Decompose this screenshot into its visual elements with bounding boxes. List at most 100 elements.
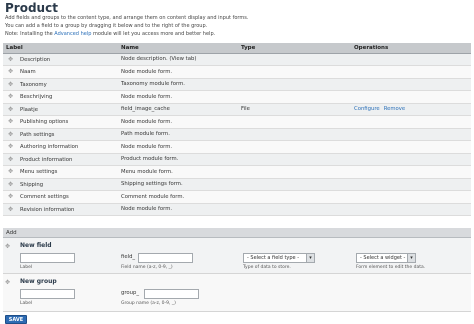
row-label-cell: ✥ Naam [3,65,118,79]
new-group-name-desc: Group name (a-z, 0-9, _) [121,301,176,306]
page-title: Product [5,1,58,15]
row-type [238,178,351,191]
table-row: ✥ Publishing options Node module form. [3,115,471,129]
row-name: Node module form. [118,90,238,104]
table-row: ✥ Comment settings Comment module form. [3,190,471,204]
fields-table-body: ✥ Description Node description. (View tab)… [3,53,471,216]
row-type [238,65,351,79]
drag-handle-icon[interactable]: ✥ [8,93,15,100]
row-label-cell: ✥ Authoring information [3,140,118,154]
fields-table: Label Name Type Operations ✥ Description N… [3,43,471,216]
column-header-type: Type [238,43,351,54]
row-type [238,78,351,91]
row-type [238,165,351,179]
new-field-name-desc: Field name (a-z, 0-9, _) [121,265,173,270]
drag-handle-icon[interactable]: ✥ [8,156,15,163]
widget-desc: Form element to edit the data. [356,265,426,270]
field-type-desc: Type of data to store. [243,265,291,270]
advanced-help-link[interactable]: Advanced help [54,31,91,37]
row-label: Path settings [20,131,55,138]
new-group-name-input[interactable] [144,289,199,299]
drag-handle-icon[interactable]: ✥ [8,168,15,175]
help-note-prefix: Note: Installing the [5,31,55,37]
row-name: Taxonomy module form. [118,78,238,91]
chevron-down-icon: ▾ [306,254,314,262]
chevron-down-icon: ▾ [407,254,415,262]
drag-handle-icon[interactable]: ✥ [8,106,15,113]
drag-handle-icon[interactable]: ✥ [8,131,15,138]
new-group-label-desc: Label [20,301,33,306]
configure-link[interactable]: Configure [354,106,380,112]
column-header-operations: Operations [351,43,471,54]
row-name: field_image_cache [118,103,238,116]
row-operations [351,165,471,179]
field-type-select[interactable]: - Select a field type - ▾ [243,253,315,263]
drag-handle-icon[interactable]: ✥ [8,206,15,213]
row-label-cell: ✥ Plaatje [3,103,118,116]
drag-handle-icon[interactable]: ✥ [8,118,15,125]
help-note-suffix: module will let you access more and bett… [91,31,216,37]
table-row: ✥ Taxonomy Taxonomy module form. [3,78,471,91]
drag-handle-icon[interactable]: ✥ [8,68,15,75]
table-header-row: Label Name Type Operations [3,43,471,54]
widget-select[interactable]: - Select a widget - ▾ [356,253,416,263]
row-name: Node module form. [118,203,238,216]
row-label-cell: ✥ Publishing options [3,115,118,129]
drag-handle-icon[interactable]: ✥ [8,181,15,188]
row-type [238,53,351,66]
row-operations [351,65,471,79]
save-button[interactable]: SAVE [5,315,27,324]
row-type: File [238,103,351,116]
new-field-label-input[interactable] [20,253,75,263]
new-group-row: ✥ New group Label group_ Group name (a-z… [3,274,471,312]
new-group-name-prefix: group_ [121,290,140,296]
row-operations [351,90,471,104]
drag-handle-icon[interactable]: ✥ [8,143,15,150]
column-header-name: Name [118,43,238,54]
row-label: Shipping [20,181,44,188]
new-field-label-desc: Label [20,265,33,270]
row-label: Menu settings [20,169,58,176]
column-header-label: Label [3,43,118,54]
row-label-cell: ✥ Revision information [3,203,118,216]
row-label: Taxonomy [20,81,47,88]
row-name: Node description. (View tab) [118,53,238,66]
row-label-cell: ✥ Shipping [3,178,118,191]
row-label: Revision information [20,206,75,213]
help-text-line-1: Add fields and groups to the content typ… [5,15,249,21]
add-section-heading: Add [3,228,471,238]
row-operations [351,203,471,216]
row-type [238,115,351,129]
row-type [238,203,351,216]
new-field-name-input[interactable] [138,253,193,263]
row-label-cell: ✥ Beschrijving [3,90,118,104]
new-field-name-prefix: field_ [121,254,136,260]
table-row: ✥ Shipping Shipping settings form. [3,178,471,191]
row-name: Node module form. [118,115,238,129]
new-group-label-input[interactable] [20,289,75,299]
row-operations [351,140,471,154]
drag-handle-icon[interactable]: ✥ [8,81,15,88]
new-field-row: ✥ New field Label field_ Field name (a-z… [3,238,471,274]
row-label: Plaatje [20,106,38,113]
row-label: Product information [20,156,73,163]
row-operations [351,53,471,66]
remove-link[interactable]: Remove [384,106,406,112]
row-operations [351,78,471,91]
row-name: Product module form. [118,153,238,166]
help-text-line-3: Note: Installing the Advanced help modul… [5,31,215,37]
table-row: ✥ Revision information Node module form. [3,203,471,216]
widget-select-value: - Select a widget - [360,255,406,261]
drag-handle-icon[interactable]: ✥ [8,56,15,63]
row-type [238,128,351,141]
row-label-cell: ✥ Product information [3,153,118,166]
row-type [238,153,351,166]
row-label-cell: ✥ Menu settings [3,165,118,179]
drag-handle-icon[interactable]: ✥ [5,279,12,286]
row-operations: Configure Remove [351,103,471,116]
row-label-cell: ✥ Description [3,53,118,66]
row-label: Description [20,56,51,63]
drag-handle-icon[interactable]: ✥ [8,193,15,200]
drag-handle-icon[interactable]: ✥ [5,243,12,250]
row-operations [351,178,471,191]
